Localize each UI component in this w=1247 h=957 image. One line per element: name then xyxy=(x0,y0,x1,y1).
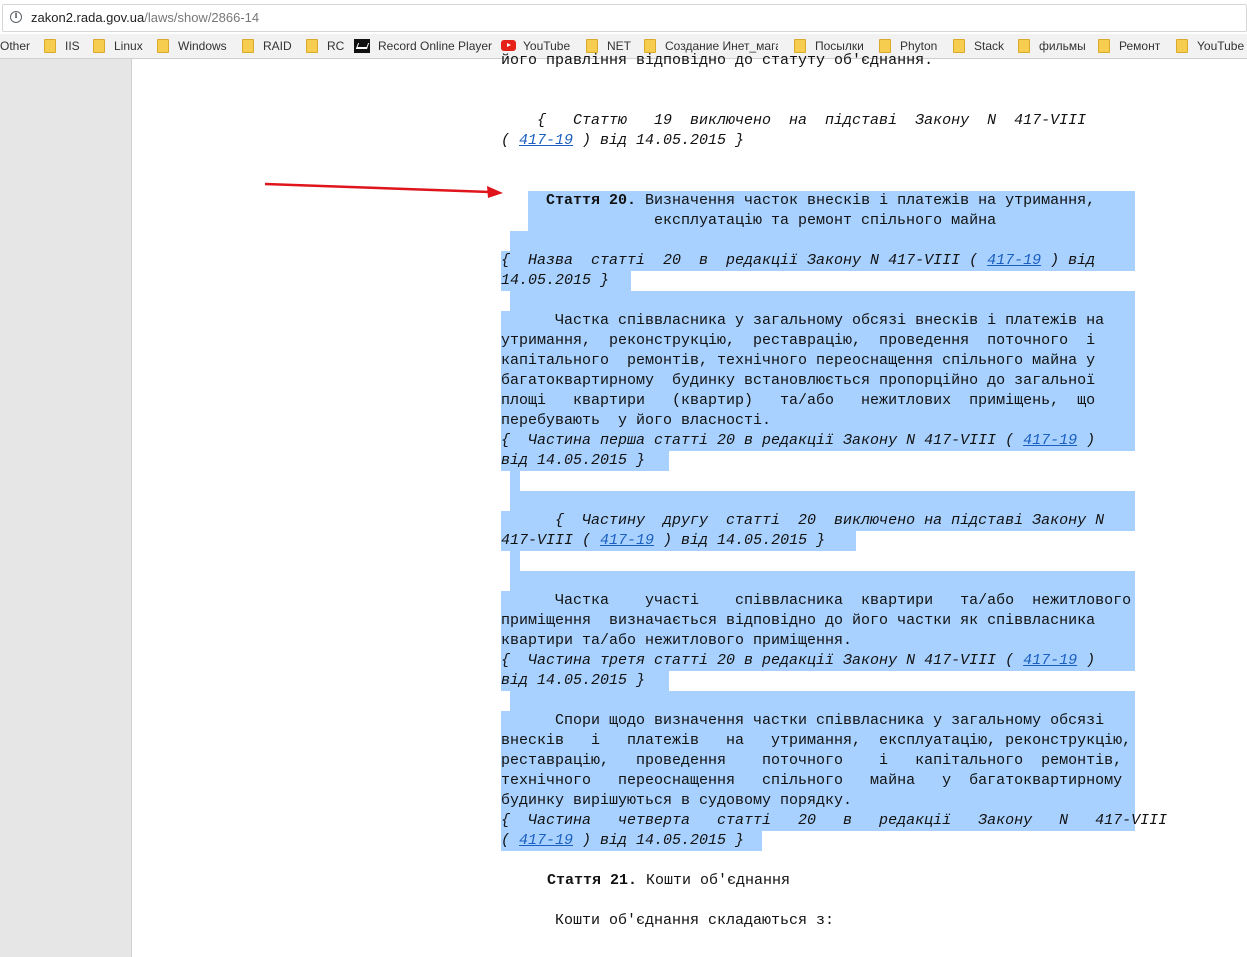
p1-note-line1: { Частина перша статті 20 в редакції Зак… xyxy=(501,431,1135,451)
bookmark-stack[interactable]: Stack xyxy=(953,38,1004,54)
cut-off-line: . . . . xyxy=(547,951,610,957)
selection-gap xyxy=(510,471,520,491)
selection-gap xyxy=(510,231,1135,251)
law-link[interactable]: 417-19 xyxy=(519,832,573,849)
p3-line2: приміщення визначається відповідно до йо… xyxy=(501,611,1135,631)
art21-label: Стаття 21. xyxy=(547,872,638,889)
bookmark-raid[interactable]: RAID xyxy=(242,38,292,54)
youtube-icon xyxy=(501,40,516,51)
p4-line1: Спори щодо визначення частки співвласник… xyxy=(501,711,1135,731)
bookmark-label: Record Online Player xyxy=(378,39,493,53)
law-link[interactable]: 417-19 xyxy=(519,132,573,149)
bookmark-rc[interactable]: RC xyxy=(306,38,344,54)
folder-icon xyxy=(306,39,318,53)
bookmark-label: RC xyxy=(327,39,345,53)
folder-icon xyxy=(953,39,965,53)
p2-note-line1: { Частину другу статті 20 виключено на п… xyxy=(501,511,1135,531)
law-link[interactable]: 417-19 xyxy=(1023,652,1077,669)
art19-note-line1: { Статтю 19 виключено на підставі Закону… xyxy=(501,112,1087,129)
bookmark-record-online-player[interactable]: Record Online Player xyxy=(354,38,492,54)
bookmark-youtube-folder[interactable]: YouTube xyxy=(1176,38,1244,54)
record-player-icon xyxy=(354,39,370,53)
bookmark-label: YouTube xyxy=(1197,39,1245,53)
law-link[interactable]: 417-19 xyxy=(1023,432,1077,449)
bookmark-label: Ремонт xyxy=(1119,39,1161,53)
p1-line1: Частка співвласника у загальному обсязі … xyxy=(501,311,1135,331)
folder-icon xyxy=(157,39,169,53)
bookmark-iis[interactable]: IIS xyxy=(44,38,80,54)
law-link[interactable]: 417-19 xyxy=(600,532,654,549)
p1-line3: капітального ремонтів, технічного переос… xyxy=(501,351,1135,371)
url-box[interactable]: i zakon2.rada.gov.ua/laws/show/2866-14 xyxy=(2,4,1247,32)
p1-line6: перебувають у його власності. xyxy=(501,411,1135,431)
doc-line: його правління відповідно до статуту об'… xyxy=(501,52,934,69)
page-left-margin xyxy=(0,59,132,957)
art20-note-line2: 14.05.2015 } xyxy=(501,271,631,291)
selection-gap xyxy=(510,291,1135,311)
p4-note-line1: { Частина четверта статті 20 в редакції … xyxy=(501,811,1168,831)
art20-label: Стаття 20. xyxy=(546,192,637,209)
law-link[interactable]: 417-19 xyxy=(987,252,1041,269)
p1-line2: утримання, реконструкцію, реставрацію, п… xyxy=(501,331,1135,351)
folder-icon xyxy=(1018,39,1030,53)
p1-note-line2: від 14.05.2015 } xyxy=(501,451,669,471)
selection-gap xyxy=(510,491,1135,511)
folder-icon xyxy=(242,39,254,53)
bookmark-label: RAID xyxy=(263,39,292,53)
p4-line2: внесків і платежів на утримання, експлуа… xyxy=(501,731,1135,751)
bookmark-label: Linux xyxy=(114,39,143,53)
red-arrow-annotation xyxy=(264,182,503,198)
bookmark-windows[interactable]: Windows xyxy=(157,38,227,54)
bookmark-label: IIS xyxy=(65,39,80,53)
bookmark-linux[interactable]: Linux xyxy=(93,38,143,54)
art19-note-line2: ( 417-19 ) від 14.05.2015 } xyxy=(501,132,745,149)
bookmark-filmy[interactable]: фильмы xyxy=(1018,38,1086,54)
art21-title: Кошти об'єднання xyxy=(637,872,791,889)
folder-icon xyxy=(1176,39,1188,53)
bookmark-other[interactable]: Other xyxy=(0,38,30,54)
folder-icon xyxy=(44,39,56,53)
art20-note-line1: { Назва статті 20 в редакції Закону N 41… xyxy=(501,251,1135,271)
p4-line5: будинку вирішуються в судовому порядку. xyxy=(501,791,1135,811)
p1-line4: багатоквартирному будинку встановлюється… xyxy=(501,371,1135,391)
p4-line3: реставрацію, проведення поточного і капі… xyxy=(501,751,1135,771)
art20-title-1: Визначення часток внесків і платежів на … xyxy=(636,192,1096,209)
selection-gap xyxy=(510,691,1135,711)
p3-line3: квартири та/або нежитлового приміщення. xyxy=(501,631,1135,651)
bookmark-remont[interactable]: Ремонт xyxy=(1098,38,1160,54)
p2-note-line2: 417-VIII ( 417-19 ) від 14.05.2015 } xyxy=(501,531,856,551)
selection-gap xyxy=(510,571,1135,591)
p4-line4: технічного переоснащення спільного майна… xyxy=(501,771,1135,791)
info-icon[interactable]: i xyxy=(10,11,22,23)
art20-heading: Стаття 20. Визначення часток внесків і п… xyxy=(528,191,1135,211)
art21-p1: Кошти об'єднання складаються з: xyxy=(501,912,835,929)
url-text[interactable]: zakon2.rada.gov.ua/laws/show/2866-14 xyxy=(31,10,259,25)
url-host: zakon2.rada.gov.ua xyxy=(31,10,145,25)
bookmark-label: Other xyxy=(0,39,31,53)
bookmark-label: фильмы xyxy=(1039,39,1086,53)
selection-gap xyxy=(510,551,520,571)
bookmark-label: Windows xyxy=(178,39,227,53)
p1-line5: площі квартири (квартир) та/або нежитлов… xyxy=(501,391,1135,411)
bookmark-label: Stack xyxy=(974,39,1005,53)
p3-note-line2: від 14.05.2015 } xyxy=(501,671,669,691)
art21-heading: Стаття 21. Кошти об'єднання xyxy=(547,871,790,891)
p4-note-line2: ( 417-19 ) від 14.05.2015 } xyxy=(501,831,762,851)
folder-icon xyxy=(93,39,105,53)
url-path: /laws/show/2866-14 xyxy=(144,10,260,25)
p3-note-line1: { Частина третя статті 20 в редакції Зак… xyxy=(501,651,1135,671)
folder-icon xyxy=(1098,39,1110,53)
art20-title-2: експлуатацію та ремонт спільного майна xyxy=(528,211,1135,231)
p3-line1: Частка участі співвласника квартири та/а… xyxy=(501,591,1135,611)
address-bar: i zakon2.rada.gov.ua/laws/show/2866-14 xyxy=(0,0,1247,34)
